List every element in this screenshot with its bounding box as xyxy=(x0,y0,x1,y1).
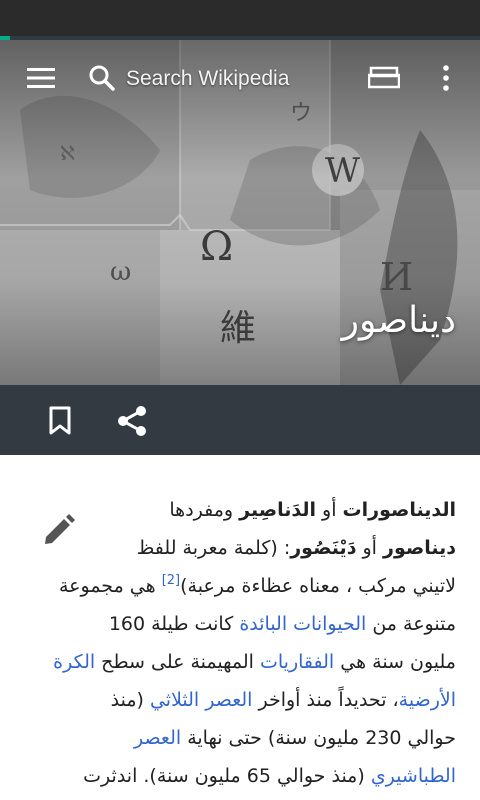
lead-line: الطباشيري (منذ حوالي 65 مليون سنة). اندث… xyxy=(16,757,456,795)
tabs-icon[interactable] xyxy=(362,58,406,98)
article-action-bar xyxy=(0,385,480,455)
article-link[interactable]: العصر xyxy=(134,727,181,749)
bold-term: دَيْنَصُور xyxy=(290,537,357,559)
bold-term: ديناصور xyxy=(383,537,456,559)
lead-line: الأرضية، تحديداً منذ أواخر العصر الثلاثي… xyxy=(16,681,456,719)
article-link[interactable]: الفقاريات xyxy=(260,651,334,673)
lead-text: المهيمنة على سطح xyxy=(95,651,260,673)
lead-text: لاتيني مركب ، معناه عظاءة مرعبة) xyxy=(180,575,456,597)
lead-line: مليون سنة هي الفقاريات المهيمنة على سطح … xyxy=(16,643,456,681)
lead-line: متنوعة من الحيوانات البائدة كانت طيلة 16… xyxy=(16,605,456,643)
lead-text: هي مجموعة xyxy=(58,575,162,597)
lead-line: لاتيني مركب ، معناه عظاءة مرعبة)[2] هي م… xyxy=(16,567,456,605)
bold-term: الدَناصِير xyxy=(239,499,316,521)
article-link[interactable]: الأرضية xyxy=(399,689,456,711)
lead-text: ، تحديداً منذ أواخر xyxy=(252,689,399,711)
hamburger-menu-icon[interactable] xyxy=(18,56,66,100)
lead-text: متنوعة من xyxy=(366,613,456,635)
article-link[interactable]: الطباشيري xyxy=(371,765,456,787)
lead-line: ديناصور أو دَيْنَصُور: (كلمة معربة للفظ xyxy=(16,529,456,567)
search-icon[interactable] xyxy=(84,58,120,98)
search-input[interactable]: Search Wikipedia xyxy=(126,64,356,94)
lead-text: مليون سنة هي xyxy=(334,651,456,673)
article-link[interactable]: الحيوانات البائدة xyxy=(239,613,366,635)
lead-line: الديناصورات أو الدَناصِير ومفردها xyxy=(16,491,456,529)
lead-text: ومفردها xyxy=(169,499,240,521)
lead-text: : (كلمة معربة للفظ xyxy=(136,537,291,559)
lead-line: حوالي 230 مليون سنة) حتى نهاية العصر xyxy=(16,719,456,757)
article-content: الديناصورات أو الدَناصِير ومفردها ديناصور… xyxy=(0,455,480,800)
lead-text: حوالي 230 مليون سنة) حتى نهاية xyxy=(181,727,456,749)
share-icon[interactable] xyxy=(110,399,154,443)
bold-term: الديناصورات xyxy=(342,499,456,521)
lead-text: (منذ xyxy=(110,689,150,711)
lead-text: كانت طيلة 160 xyxy=(108,613,240,635)
lead-text: أو xyxy=(315,499,343,521)
lead-text: (منذ حوالي 65 مليون سنة). اندثرت xyxy=(83,765,371,787)
article-link[interactable]: العصر الثلاثي xyxy=(150,689,253,711)
lead-text: أو xyxy=(356,537,383,559)
article-link[interactable]: الكرة xyxy=(53,651,95,673)
article-lead-paragraph: الديناصورات أو الدَناصِير ومفردها ديناصور… xyxy=(16,491,456,795)
article-title: ديناصور xyxy=(341,300,456,341)
citation-ref: [2] xyxy=(161,573,181,588)
citation-ref-link[interactable]: [2] xyxy=(161,573,181,597)
top-toolbar: Search Wikipedia xyxy=(0,40,480,116)
overflow-menu-icon[interactable] xyxy=(428,58,464,98)
bookmark-icon[interactable] xyxy=(38,399,82,443)
status-bar xyxy=(0,0,480,36)
